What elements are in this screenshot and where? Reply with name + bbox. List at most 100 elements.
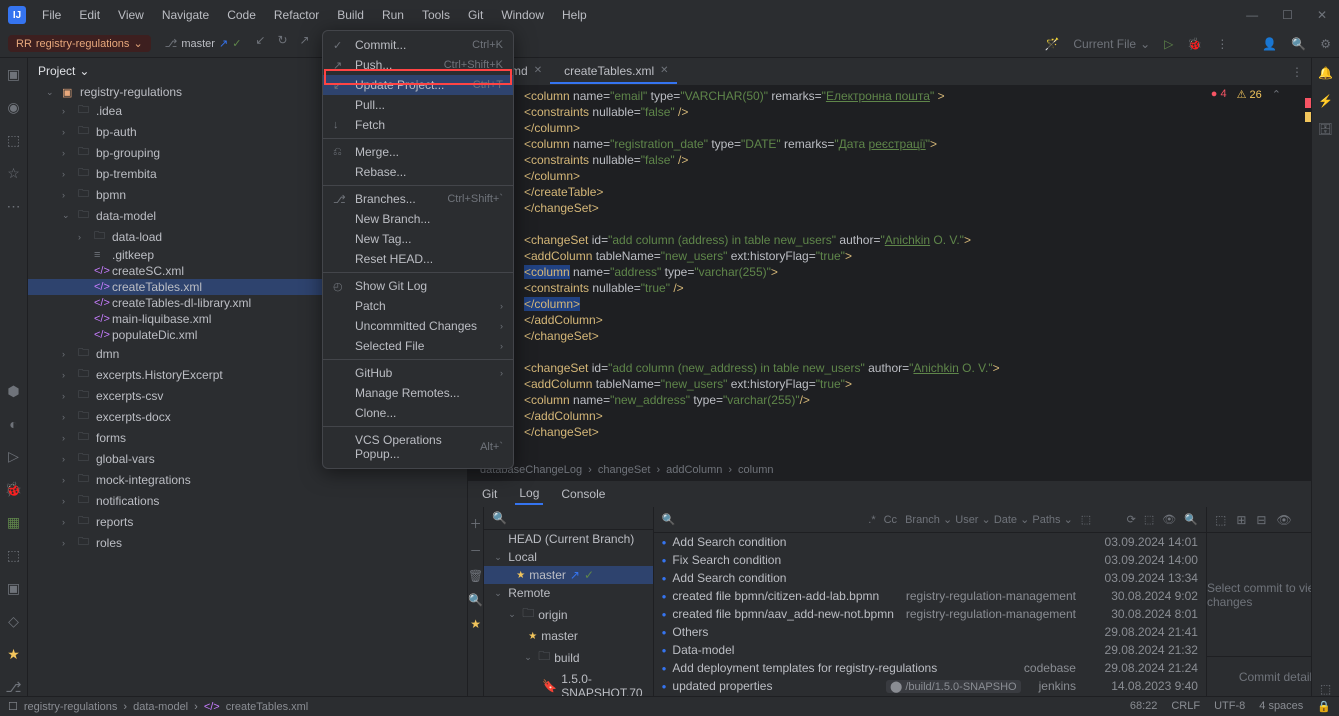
branch-item-origin-master[interactable]: ★master xyxy=(484,627,652,645)
group-icon[interactable]: ⬚ xyxy=(1215,513,1226,527)
add-icon[interactable]: ＋ xyxy=(470,515,482,532)
run-tool-icon[interactable]: ▷ xyxy=(8,448,19,465)
expand-icon[interactable]: ⊞ xyxy=(1236,513,1246,527)
star-icon[interactable]: ★ xyxy=(470,617,481,631)
star-tool-icon[interactable]: ★ xyxy=(7,646,20,663)
git-tool-icon[interactable]: ⎇ xyxy=(5,679,21,696)
git-menu-item[interactable]: ⎇Branches...Ctrl+Shift+` xyxy=(323,189,513,209)
services-tool-icon[interactable]: ⬢ xyxy=(7,383,19,400)
breadcrumb-item[interactable]: addColumn xyxy=(666,464,722,476)
eye-icon[interactable]: 👁 xyxy=(1276,513,1291,527)
tree-item[interactable]: ›🗀notifications xyxy=(28,490,467,511)
menu-navigate[interactable]: Navigate xyxy=(154,4,217,26)
commit-row[interactable]: ●Others29.08.2024 21:41 xyxy=(654,623,1206,641)
git-menu-item[interactable]: GitHub› xyxy=(323,363,513,383)
breadcrumb-item[interactable]: column xyxy=(738,464,773,476)
editor-tab[interactable]: createTables.xml✕ xyxy=(550,60,676,84)
python-tool-icon[interactable]: ▦ xyxy=(7,514,20,531)
commit-row[interactable]: ●updated properties⬤ /build/1.5.0-SNAPSH… xyxy=(654,677,1206,695)
todo-tool-icon[interactable]: ◇ xyxy=(8,613,19,630)
ai-tool-icon[interactable]: ⚡ xyxy=(1318,94,1333,108)
line-separator[interactable]: CRLF xyxy=(1171,700,1200,713)
close-tab-icon[interactable]: ✕ xyxy=(534,65,542,76)
breadcrumb-item[interactable]: changeSet xyxy=(598,464,651,476)
collapse-icon[interactable]: ⊟ xyxy=(1256,513,1266,527)
search-icon[interactable]: 🔍 xyxy=(1291,37,1306,51)
menu-code[interactable]: Code xyxy=(219,4,264,26)
statusbar-path[interactable]: ☐ registry-regulations › data-model › </… xyxy=(8,700,1130,713)
git-menu-item[interactable]: ✓Commit...Ctrl+K xyxy=(323,35,513,55)
close-icon[interactable]: ✕ xyxy=(1313,4,1331,26)
commit-row[interactable]: ●Add Search condition03.09.2024 14:01 xyxy=(654,533,1206,551)
cherry-pick-icon[interactable]: ⬚ xyxy=(1144,513,1154,526)
editor-body[interactable]: ● 4 ⚠ 26 ⌃ 75 7677787980 <column name="e… xyxy=(468,86,1311,458)
update-icon[interactable]: ↙ xyxy=(255,33,265,54)
git-menu-item[interactable]: Patch› xyxy=(323,296,513,316)
menu-view[interactable]: View xyxy=(110,4,152,26)
menu-help[interactable]: Help xyxy=(554,4,595,26)
menu-build[interactable]: Build xyxy=(329,4,372,26)
git-menu-item[interactable]: Pull... xyxy=(323,95,513,115)
structure-tool-icon[interactable]: ⬚ xyxy=(7,132,20,149)
editor-breadcrumb[interactable]: databaseChangeLog›changeSet›addColumn›co… xyxy=(468,458,1311,480)
branch-item-snapshot[interactable]: 🔖 1.5.0-SNAPSHOT.70 xyxy=(484,670,652,696)
branch-group-remote[interactable]: ⌄Remote xyxy=(484,584,652,602)
branch-selector[interactable]: ⎇ master ↗ ✓ xyxy=(159,35,248,52)
git-menu-item[interactable]: New Tag... xyxy=(323,229,513,249)
commit-row[interactable]: ●Add deployment templates for registry-r… xyxy=(654,659,1206,677)
more-icon[interactable]: ⋮ xyxy=(1216,37,1228,51)
menu-git[interactable]: Git xyxy=(460,4,491,26)
database-tool-icon[interactable]: 🗄 xyxy=(1318,122,1333,136)
commit-row[interactable]: ●Data-model29.08.2024 21:32 xyxy=(654,641,1206,659)
filter-user[interactable]: User ⌄ xyxy=(955,514,994,526)
minimize-icon[interactable]: — xyxy=(1242,4,1262,26)
menu-file[interactable]: File xyxy=(34,4,69,26)
editor-code[interactable]: <column name="email" type="VARCHAR(50)" … xyxy=(516,86,1311,458)
editor-minimap[interactable] xyxy=(1297,86,1311,458)
menu-edit[interactable]: Edit xyxy=(71,4,108,26)
project-selector[interactable]: RR registry-regulations ⌄ xyxy=(8,35,151,52)
menu-tools[interactable]: Tools xyxy=(414,4,458,26)
project-tool-icon[interactable]: ▣ xyxy=(7,66,20,83)
open-icon[interactable]: ⬚ xyxy=(1081,513,1091,526)
tree-item[interactable]: ›🗀mock-integrations xyxy=(28,469,467,490)
tree-item[interactable]: ›🗀roles xyxy=(28,532,467,553)
filter-paths[interactable]: Paths ⌄ xyxy=(1032,514,1072,526)
commit-row[interactable]: ●Add Search condition03.09.2024 13:34 xyxy=(654,569,1206,587)
git-menu-item[interactable]: VCS Operations Popup...Alt+` xyxy=(323,430,513,464)
notifications-tool-icon[interactable]: 🔔 xyxy=(1318,66,1333,80)
commit-row[interactable]: ●created file bpmn/aav_add-new-not.bpmnr… xyxy=(654,605,1206,623)
problems-tool-icon[interactable]: ⬚ xyxy=(7,547,20,564)
search-icon[interactable]: 🔍 xyxy=(1184,513,1198,526)
git-tab-log[interactable]: Log xyxy=(515,483,543,505)
debug-icon[interactable]: 🐞 xyxy=(1187,37,1202,51)
git-menu-item[interactable]: ↓Fetch xyxy=(323,115,513,135)
run-icon[interactable]: ▷ xyxy=(1164,37,1173,51)
bookmarks-tool-icon[interactable]: ☆ xyxy=(7,165,20,182)
case-icon[interactable]: Cc xyxy=(884,514,897,526)
branch-group-local[interactable]: ⌄Local xyxy=(484,548,652,566)
maximize-icon[interactable]: ☐ xyxy=(1278,4,1297,26)
commit-search-input[interactable] xyxy=(683,512,860,527)
git-menu-item[interactable]: Uncommitted Changes› xyxy=(323,316,513,336)
git-menu-item[interactable]: ⎌Merge... xyxy=(323,142,513,162)
commit-tool-icon[interactable]: ◉ xyxy=(7,99,19,116)
commit-icon[interactable]: ↻ xyxy=(277,33,287,54)
git-menu-item[interactable]: Reset HEAD... xyxy=(323,249,513,269)
regex-icon[interactable]: .* xyxy=(868,514,875,526)
eye-icon[interactable]: 👁 xyxy=(1162,513,1176,526)
wand-icon[interactable]: 🪄 xyxy=(1044,37,1059,51)
git-menu-item[interactable]: ↙Update Project...Ctrl+T xyxy=(323,75,513,95)
commit-row[interactable]: ●Fix Search condition03.09.2024 14:00 xyxy=(654,551,1206,569)
menu-window[interactable]: Window xyxy=(493,4,552,26)
more-tool-icon[interactable]: ⋯ xyxy=(7,198,21,215)
git-tab-git[interactable]: Git xyxy=(478,484,501,504)
git-menu-item[interactable]: Rebase... xyxy=(323,162,513,182)
git-menu-item[interactable]: Clone... xyxy=(323,403,513,423)
terminal-tool-icon[interactable]: ▣ xyxy=(7,580,20,597)
user-icon[interactable]: 👤 xyxy=(1262,37,1277,51)
search-icon[interactable]: 🔍 xyxy=(468,593,483,607)
git-menu-item[interactable]: New Branch... xyxy=(323,209,513,229)
cursor-position[interactable]: 68:22 xyxy=(1130,700,1158,713)
trash-icon[interactable]: 🗑 xyxy=(468,569,483,583)
